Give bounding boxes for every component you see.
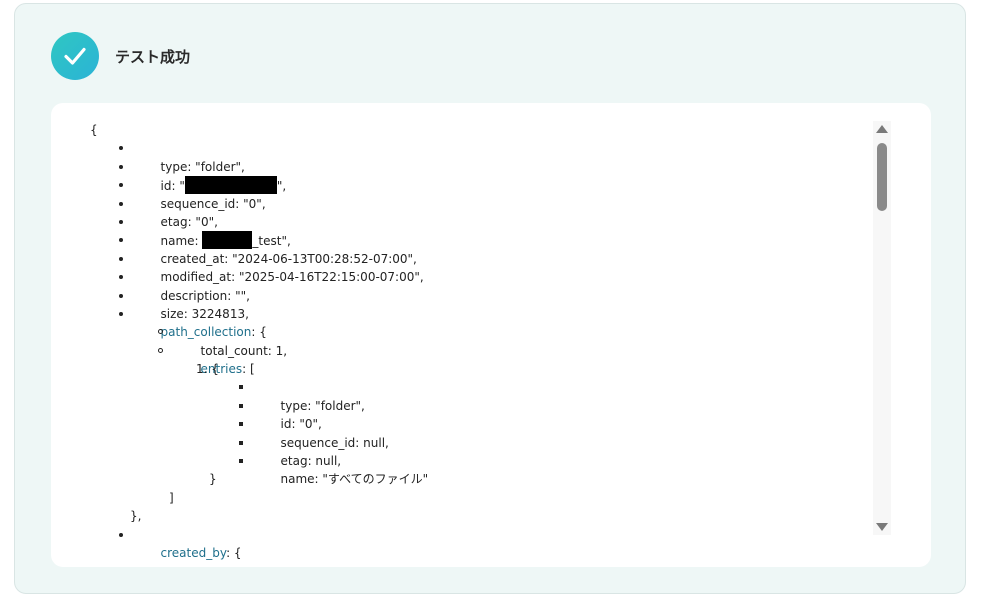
json-open-brace: { <box>90 123 98 137</box>
json-line-name: name: _test", <box>90 213 870 250</box>
json-tree: { type: "folder", id: " ", sequence_id: "… <box>90 121 870 560</box>
json-line-type: type: "folder", <box>90 139 870 174</box>
json-line-modified-at: modified_at: "2025-04-16T22:15:00-07:00"… <box>90 250 870 284</box>
bullet-dot <box>119 201 123 206</box>
json-line-entries[interactable]: entries: [ <box>90 342 870 376</box>
bullet-square <box>239 385 243 390</box>
bullet-circle <box>158 329 163 335</box>
bullet-dot <box>119 164 123 169</box>
scroll-up-arrow-icon[interactable] <box>876 125 888 133</box>
json-line-created-at: created_at: "2024-06-13T00:28:52-07:00", <box>90 231 870 266</box>
bullet-dot <box>119 146 123 151</box>
bullet-dot <box>119 311 123 316</box>
success-check-icon <box>51 32 99 80</box>
bullet-circle <box>158 347 163 353</box>
bullet-dot <box>119 238 123 243</box>
scroll-down-arrow-icon[interactable] <box>876 523 888 531</box>
json-line-size: size: 3224813, <box>90 287 870 321</box>
created-by-toggle[interactable]: created_by <box>161 546 227 560</box>
bullet-square <box>239 440 243 445</box>
json-line-sequence-id: sequence_id: "0", <box>90 176 870 211</box>
vertical-scrollbar[interactable] <box>873 121 891 535</box>
json-line-entry-etag: etag: null, <box>90 434 870 468</box>
json-line-path-collection[interactable]: path_collection: { <box>90 305 870 339</box>
json-line-entry-name: name: "すべてのファイル" <box>90 452 870 486</box>
json-line-entry-id: id: "0", <box>90 397 870 431</box>
bullet-dot <box>119 532 123 537</box>
json-line-entry-1: 1. { <box>196 362 219 377</box>
json-output-panel[interactable]: { type: "folder", id: " ", sequence_id: "… <box>51 103 931 567</box>
bullet-dot <box>119 183 123 188</box>
json-entries-close-bracket: ] <box>169 490 174 505</box>
json-line-etag: etag: "0", <box>90 195 870 229</box>
bullet-dot <box>119 293 123 298</box>
bullet-dot <box>119 256 123 261</box>
json-entry-close-brace: } <box>209 472 217 487</box>
json-line-id: id: " ", <box>90 158 870 195</box>
result-header: テスト成功 <box>51 31 190 81</box>
bullet-square <box>239 422 243 427</box>
json-line-description: description: "", <box>90 268 870 303</box>
bullet-square <box>239 459 243 464</box>
json-line-entry-type: type: "folder", <box>90 378 870 413</box>
scrollbar-thumb[interactable] <box>877 143 887 211</box>
bullet-square <box>239 403 243 408</box>
result-title: テスト成功 <box>115 47 191 66</box>
json-line-entry-sequence-id: sequence_id: null, <box>90 415 870 450</box>
bullet-dot <box>119 275 123 280</box>
test-result-card: テスト成功 { type: "folder", id: " ", sequence… <box>14 3 966 594</box>
json-path-collection-close: }, <box>130 509 142 524</box>
bullet-dot <box>119 219 123 224</box>
json-line-total-count: total_count: 1, <box>90 323 870 358</box>
json-line-created-by[interactable]: created_by: { <box>90 526 870 560</box>
